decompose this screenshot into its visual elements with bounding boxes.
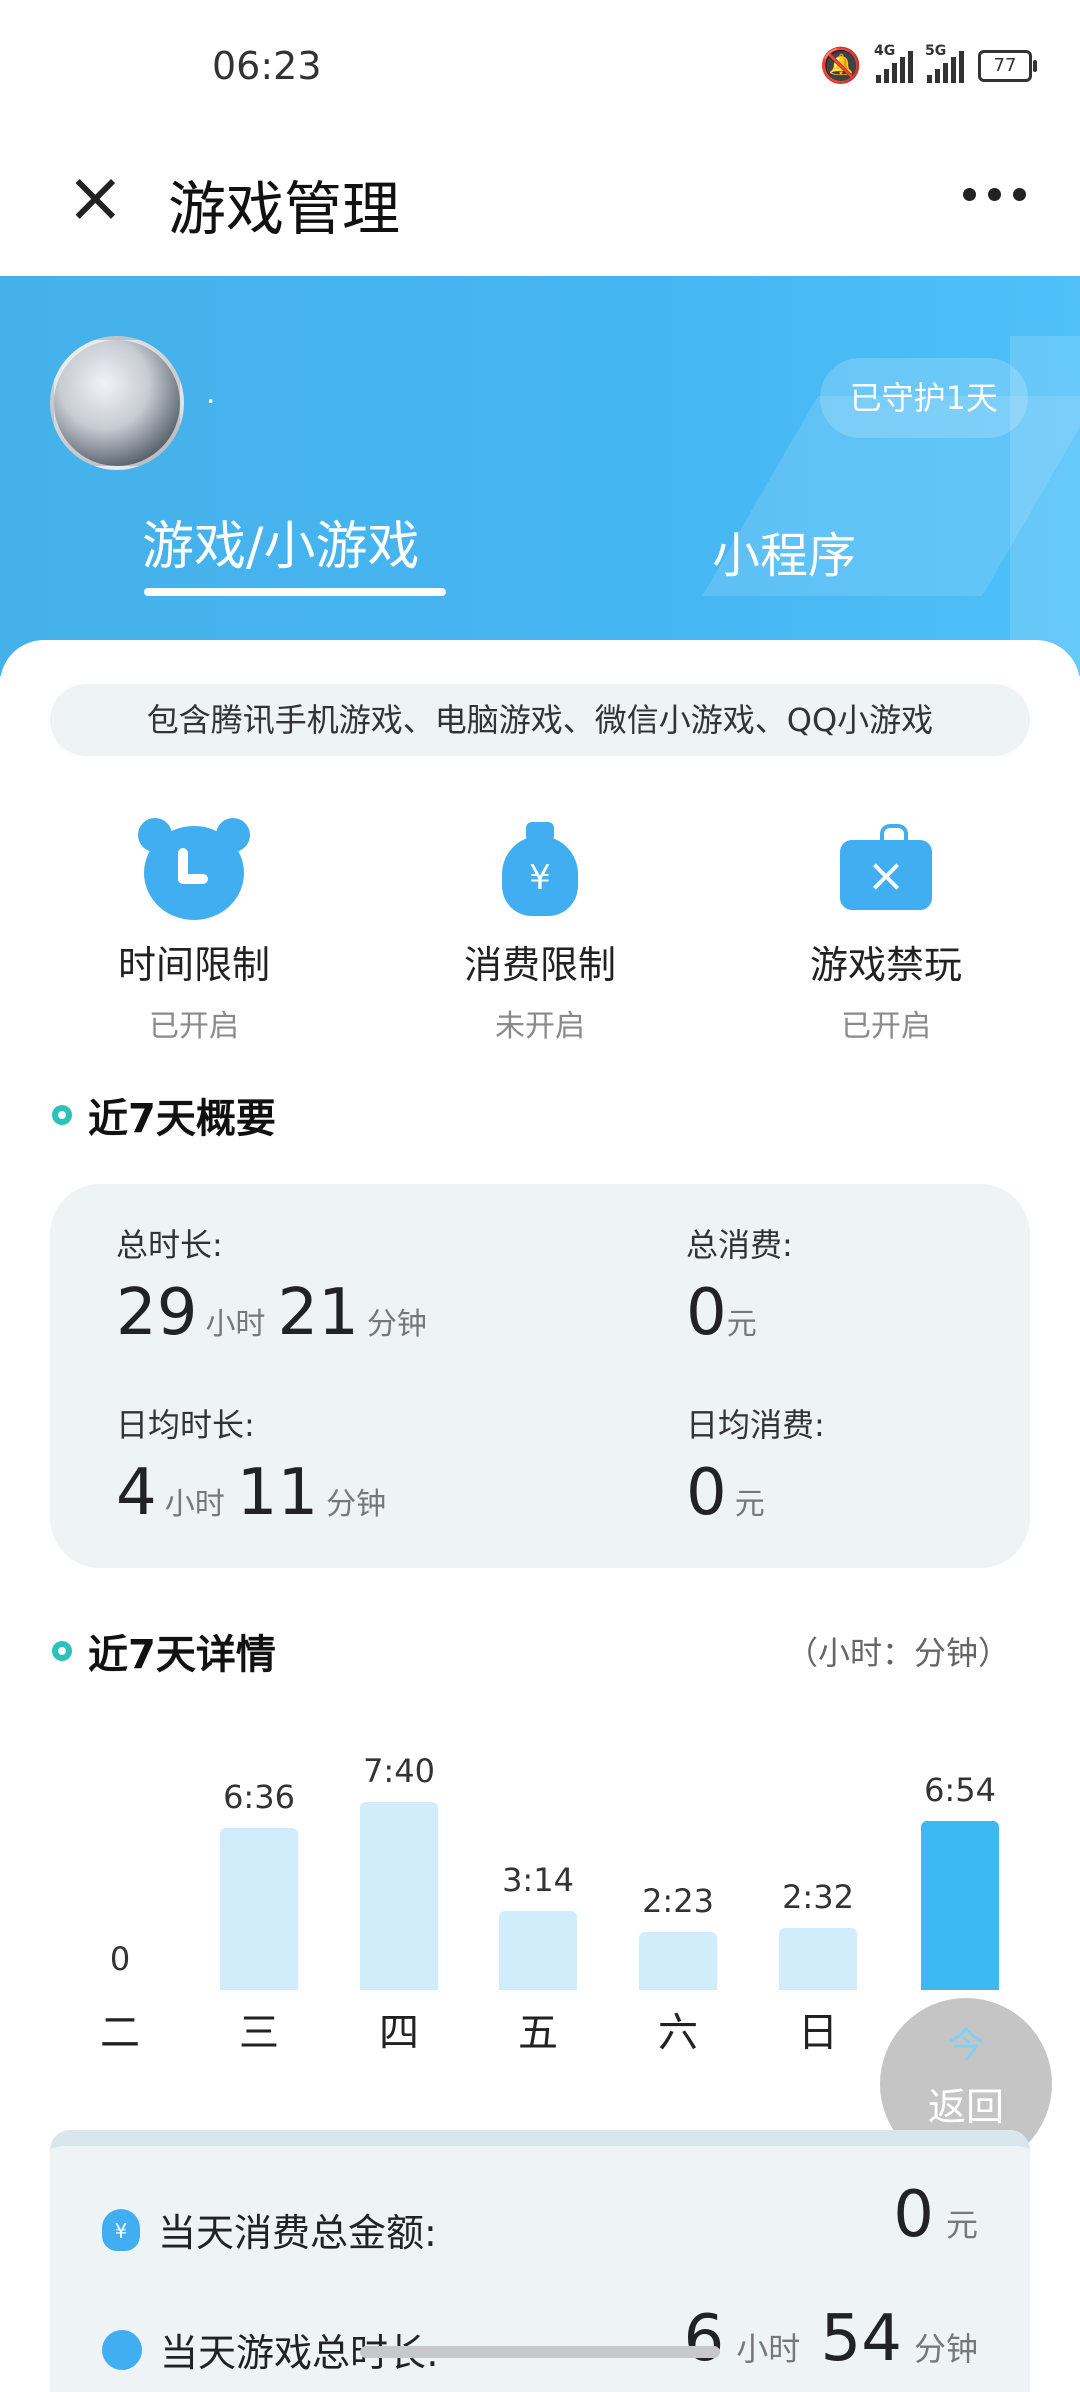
- bullet-dot-icon: [52, 1105, 72, 1125]
- bar-value-label: 6:54: [924, 1771, 996, 1809]
- games-scope-notice: 包含腾讯手机游戏、电脑游戏、微信小游戏、QQ小游戏: [50, 684, 1030, 756]
- feature-name: 游戏禁玩: [809, 943, 962, 987]
- weekly-bar-chart: 0 6:36 7:40 3:14 2:23 2:32 6:54: [0, 1660, 1080, 1990]
- chart-bar[interactable]: [639, 1932, 717, 1990]
- bar-value-label: 3:14: [502, 1861, 574, 1899]
- clock-icon: [102, 2329, 142, 2370]
- total-spend: 总消费: 0元: [686, 1226, 793, 1350]
- chart-bar[interactable]: [499, 1911, 577, 1990]
- total-time: 总时长: 29 小时 21 分钟: [116, 1226, 427, 1350]
- guard-days-badge: 已守护1天: [819, 358, 1028, 438]
- page-title: 游戏管理: [168, 175, 401, 243]
- feature-game-ban[interactable]: × 游戏禁玩 已开启: [756, 820, 1016, 1045]
- feature-state: 已开启: [149, 1009, 239, 1044]
- day-label: 四: [379, 2010, 419, 2056]
- avatar[interactable]: [50, 336, 184, 470]
- today-spend-row: ¥ 当天消费总金额:: [102, 2202, 437, 2257]
- money-bag-icon: ¥: [102, 2208, 140, 2251]
- nickname: .: [206, 376, 216, 411]
- chart-bar[interactable]: [360, 1802, 438, 1990]
- feature-name: 消费限制: [463, 943, 616, 987]
- close-icon[interactable]: ×: [66, 162, 128, 232]
- active-tab-indicator: [144, 588, 446, 596]
- home-indicator: [360, 2346, 720, 2358]
- feature-state: 未开启: [495, 1009, 585, 1044]
- avg-spend: 日均消费: 0元: [686, 1406, 825, 1530]
- avg-time: 日均时长: 4 小时 11 分钟: [116, 1406, 387, 1530]
- profile-hero: . 已守护1天 游戏/小游戏 小程序: [0, 276, 1080, 676]
- game-ban-icon: ×: [836, 820, 936, 920]
- status-icons: 🔕 4G 5G 77: [819, 43, 1037, 86]
- summary-section-title: 近7天概要: [52, 1086, 276, 1144]
- bullet-dot-icon: [52, 1641, 72, 1661]
- day-label: 六: [658, 2010, 698, 2056]
- tab-mini-programs[interactable]: 小程序: [712, 516, 856, 586]
- tab-games[interactable]: 游戏/小游戏: [142, 504, 420, 579]
- signal-icon-2: 5G: [925, 43, 964, 83]
- bar-value-label: 2:23: [642, 1882, 714, 1920]
- chart-bar[interactable]: [921, 1821, 999, 1990]
- status-time: 06:23: [212, 44, 322, 88]
- feature-name: 时间限制: [117, 943, 270, 987]
- feature-time-limit[interactable]: 时间限制 已开启: [64, 818, 324, 1045]
- money-bag-icon: ¥: [490, 820, 590, 920]
- bar-value-label: 0: [109, 1940, 131, 1978]
- more-options-icon[interactable]: [963, 188, 1026, 201]
- bar-value-label: 7:40: [363, 1752, 435, 1790]
- today-time-value: 6 小时 54 分钟: [683, 2302, 978, 2376]
- chart-bar[interactable]: [220, 1828, 298, 1990]
- feature-spend-limit[interactable]: ¥ 消费限制 未开启: [410, 820, 670, 1045]
- bar-value-label: 6:36: [223, 1778, 295, 1816]
- day-label: 日: [798, 2010, 838, 2056]
- battery-icon: 77: [978, 50, 1037, 82]
- chart-bar[interactable]: [779, 1928, 857, 1990]
- status-bar: 06:23 🔕 4G 5G 77: [0, 0, 1080, 130]
- day-label: 二: [100, 2010, 140, 2056]
- day-label: 三: [239, 2010, 279, 2056]
- feature-state: 已开启: [841, 1009, 931, 1044]
- today-spend-value: 0元: [893, 2178, 978, 2252]
- bar-value-label: 2:32: [782, 1878, 854, 1916]
- day-label: 五: [518, 2010, 558, 2056]
- signal-icon-1: 4G: [874, 43, 913, 83]
- clock-icon: [138, 818, 250, 920]
- app-header: × 游戏管理: [0, 130, 1080, 276]
- summary-card: 总时长: 29 小时 21 分钟 总消费: 0元 日均时长: 4 小时 11 分钟 日均消费…: [50, 1184, 1030, 1568]
- mute-bell-icon: 🔕: [819, 46, 862, 86]
